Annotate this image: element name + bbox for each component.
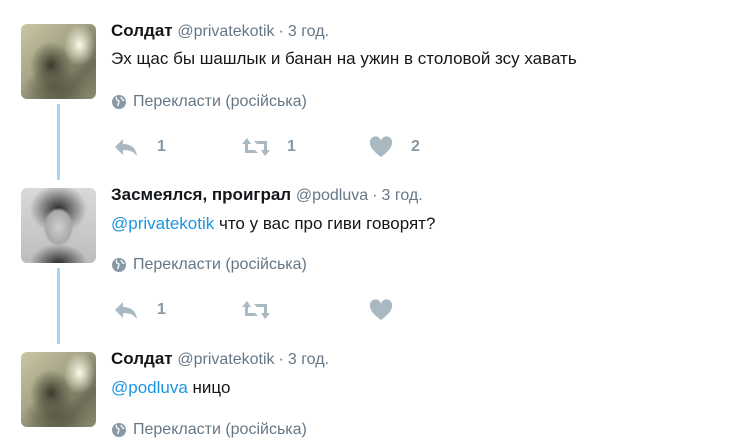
mention-link[interactable]: @podluva bbox=[111, 378, 188, 397]
tweet[interactable]: Солдат @privatekotik · 3 год. @podluva ниц… bbox=[0, 0, 734, 447]
globe-icon bbox=[112, 423, 126, 437]
tweet-header: Солдат @privatekotik · 3 год. bbox=[111, 348, 329, 371]
translate-link[interactable]: Перекласти (російська) bbox=[111, 420, 307, 440]
user-handle[interactable]: @privatekotik bbox=[177, 351, 274, 368]
timestamp[interactable]: 3 год. bbox=[288, 351, 329, 368]
tweet-body: ницо bbox=[187, 378, 231, 397]
translate-label: Перекласти (російська) bbox=[133, 421, 307, 438]
avatar[interactable] bbox=[21, 352, 96, 427]
tweet-text: @podluva ницо bbox=[111, 377, 230, 399]
display-name[interactable]: Солдат bbox=[111, 349, 173, 368]
separator-dot: · bbox=[278, 351, 284, 368]
